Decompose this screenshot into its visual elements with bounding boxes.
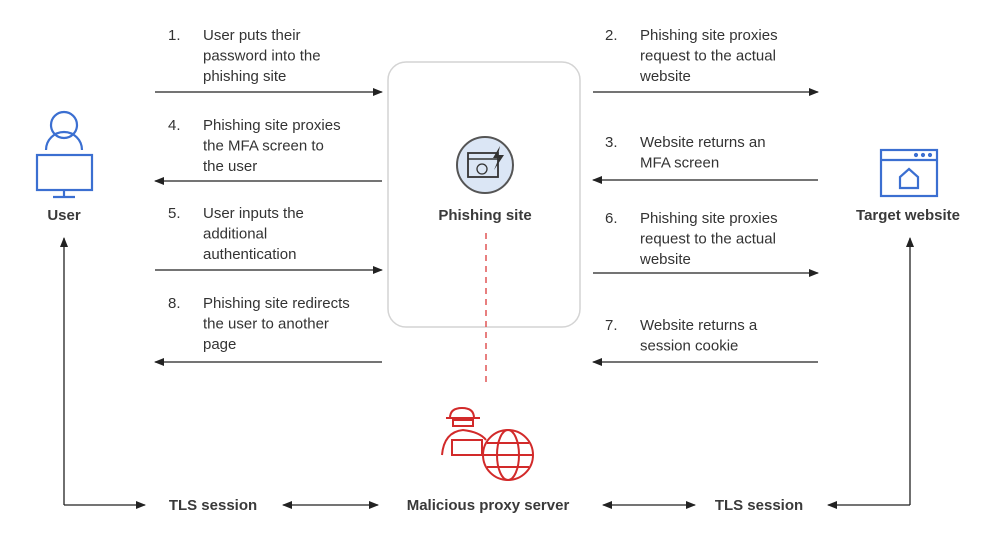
step-text-line: the user (203, 158, 257, 175)
step-text-line: website (639, 251, 691, 268)
target-website-label: Target website (856, 207, 960, 224)
proxy-server-label: Malicious proxy server (407, 497, 570, 514)
step-number: 5. (168, 205, 181, 222)
step-text-line: the user to another (203, 316, 329, 333)
step-text-line: User inputs the (203, 205, 304, 222)
step-text-line: authentication (203, 246, 296, 263)
step-text-line: User puts their (203, 27, 301, 44)
step-text-line: MFA screen (640, 155, 719, 172)
tls-session-left: TLS session (169, 497, 257, 514)
step-text-line: Phishing site proxies (203, 117, 341, 134)
step-number: 1. (168, 27, 181, 44)
step-text-line: request to the actual (640, 231, 776, 248)
step-number: 7. (605, 317, 618, 334)
step-text-line: Phishing site proxies (640, 210, 778, 227)
step-text-line: session cookie (640, 338, 738, 355)
step-number: 4. (168, 117, 181, 134)
step-8: 8. Phishing site redirects the user to ano… (154, 295, 382, 366)
user-at-computer-icon (35, 110, 94, 199)
step-text-line: Phishing site proxies (640, 27, 778, 44)
step-number: 2. (605, 27, 618, 44)
step-text-line: password into the (203, 48, 321, 65)
step-4: 4. Phishing site proxies the MFA screen to… (154, 117, 382, 185)
tls-session-right: TLS session (715, 497, 803, 514)
step-text-line: Phishing site redirects (203, 295, 350, 312)
step-text-line: page (203, 336, 236, 353)
user-label: User (47, 207, 81, 224)
step-text-line: the MFA screen to (203, 138, 324, 155)
step-3: 3. Website returns an MFA screen (592, 134, 818, 184)
phishing-browser-icon (456, 136, 514, 194)
step-text-line: request to the actual (640, 48, 776, 65)
step-text-line: Website returns an (640, 134, 766, 151)
step-number: 3. (605, 134, 618, 151)
step-text-line: website (639, 68, 691, 85)
browser-home-icon (879, 148, 939, 198)
step-2: 2. Phishing site proxies request to the ac… (593, 27, 819, 96)
step-number: 8. (168, 295, 181, 312)
step-5: 5. User inputs the additional authenticatio… (155, 205, 383, 274)
phishing-site-label: Phishing site (438, 207, 531, 224)
phishing-site-box (387, 61, 581, 328)
step-number: 6. (605, 210, 618, 227)
step-6: 6. Phishing site proxies request to the ac… (593, 210, 819, 277)
step-text-line: Website returns a (640, 317, 758, 334)
hacker-globe-icon (441, 406, 534, 481)
step-text-line: phishing site (203, 68, 286, 85)
step-1: 1. User puts their password into the phishi… (155, 27, 383, 96)
step-7: 7. Website returns a session cookie (592, 317, 818, 366)
step-text-line: additional (203, 226, 267, 243)
phishing-proxy-diagram: User Phishing site Malicious proxy serve… (35, 27, 960, 514)
